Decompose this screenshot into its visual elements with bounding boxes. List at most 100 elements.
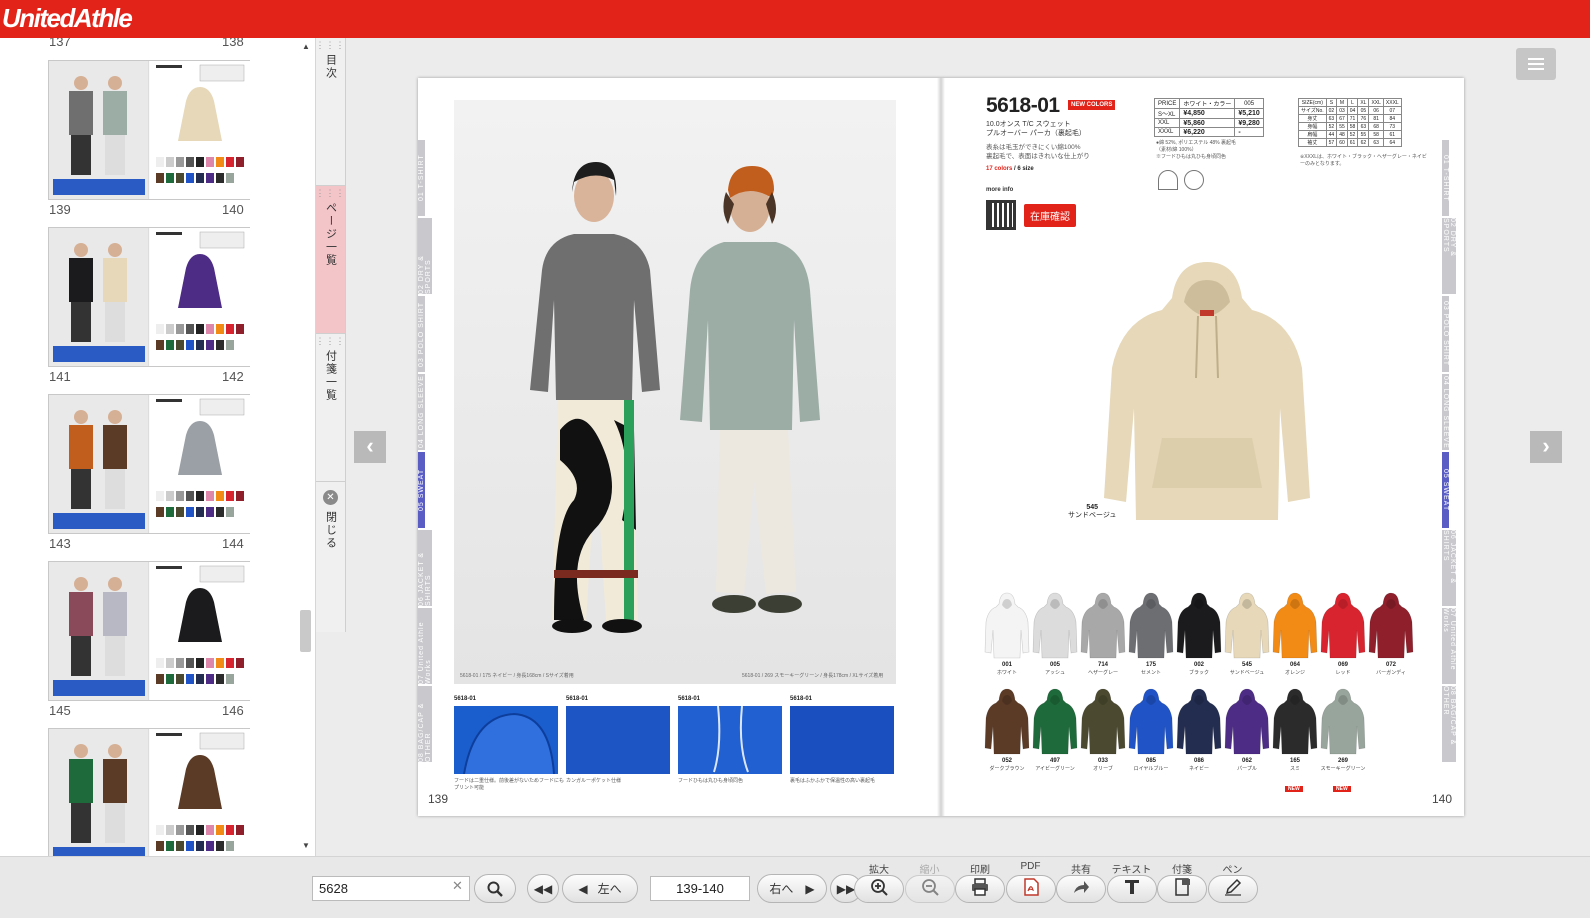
thumbnail-spread[interactable] [48, 728, 250, 856]
color-swatch-545[interactable] [1224, 592, 1270, 660]
color-swatch-002[interactable] [1176, 592, 1222, 660]
product-description: 表糸は毛玉ができにくい綿100% 裏起毛で、表面はきれいな仕上がり [986, 143, 1090, 161]
scroll-up-icon[interactable]: ▲ [302, 42, 310, 51]
search-button[interactable] [474, 874, 516, 903]
scroll-down-icon[interactable]: ▼ [302, 841, 310, 850]
size-cell: 76 [1357, 114, 1370, 123]
thumbnail-scrollbar[interactable]: ▲ ▼ [298, 38, 314, 856]
detail-code: 5618-01 [678, 696, 701, 702]
index-tab[interactable]: 08 BAG/CAP & OTHER [1442, 686, 1456, 762]
product-name-line2: プルオーバー パーカ（裏起毛） [986, 130, 1086, 137]
index-tab[interactable]: 07 United Athle Works [1442, 608, 1456, 684]
thumbnail-spread[interactable] [48, 227, 250, 367]
pdf-button[interactable] [1005, 875, 1056, 903]
print-button[interactable] [955, 875, 1005, 903]
size-cell: 67 [1336, 114, 1348, 123]
tab-page-list[interactable]: ⋮⋮⋮ ページ一覧 [316, 186, 345, 334]
color-swatch-001[interactable] [984, 592, 1030, 660]
next-page-button[interactable]: 右へ ▶ [757, 874, 827, 903]
size-cell: 61 [1346, 138, 1359, 147]
color-swatch-005[interactable] [1032, 592, 1078, 660]
tool-label-sticky: 付箋 [1172, 865, 1192, 876]
clear-search-icon[interactable]: ✕ [452, 878, 463, 894]
thumbnail-page-right[interactable] [150, 228, 250, 366]
thumbnail-spread[interactable] [48, 561, 250, 701]
detail-photo [678, 706, 782, 774]
menu-button[interactable] [1516, 48, 1556, 80]
color-swatch-086[interactable] [1176, 688, 1222, 756]
color-swatch-085[interactable] [1128, 688, 1174, 756]
thumbnail-page-left[interactable] [49, 729, 149, 856]
index-tab[interactable]: 02 DRY & SPORTS [1442, 218, 1456, 294]
color-swatch-072[interactable] [1368, 592, 1414, 660]
main-color-code: 545 [1086, 504, 1099, 511]
color-swatch-497[interactable] [1032, 688, 1078, 756]
color-swatch-064[interactable] [1272, 592, 1318, 660]
index-tab[interactable]: 08 BAG/CAP & OTHER [418, 686, 432, 762]
thumbnail-page-right[interactable] [150, 61, 250, 199]
index-tab[interactable]: 06 JACKET & SHIRTS [1442, 530, 1456, 606]
color-swatch-069[interactable] [1320, 592, 1366, 660]
thumbnail-page-left[interactable] [49, 228, 149, 366]
color-swatch-269[interactable] [1320, 688, 1366, 756]
thumbnail-spread[interactable] [48, 60, 250, 200]
thumbnail-spread[interactable] [48, 394, 250, 534]
thumbnail-page-right[interactable] [150, 729, 250, 856]
scrollbar-thumb[interactable] [300, 610, 311, 652]
search-input[interactable] [312, 876, 470, 901]
index-tab[interactable]: 06 JACKET & SHIRTS [418, 530, 432, 606]
price-cell: ¥5,860 [1179, 118, 1236, 128]
index-tab[interactable]: 05 SWEAT [418, 452, 425, 528]
page-spread: 01 T-SHIRT 02 DRY & SPORTS 03 POLO SHIRT 04… [418, 78, 1464, 816]
index-tab[interactable]: 07 United Athle Works [418, 608, 432, 684]
text-button[interactable] [1106, 875, 1157, 903]
detail-caption: フードひもは丸ひも身頃同色 [678, 778, 744, 784]
zoom-in-button[interactable] [854, 875, 904, 903]
thumbnail-page-right[interactable] [150, 395, 250, 533]
tab-toc[interactable]: ⋮⋮⋮ 目次 [316, 38, 345, 186]
color-swatch-165[interactable] [1272, 688, 1318, 756]
brand-logo[interactable]: UnitedAthle [2, 3, 133, 34]
thumbnail-page-right[interactable] [150, 562, 250, 700]
pen-button[interactable] [1207, 875, 1258, 903]
zoom-out-button[interactable] [904, 875, 955, 903]
index-tab[interactable]: 04 LONG SLEEVE [418, 374, 425, 450]
index-tab[interactable]: 01 T-SHIRT [418, 140, 425, 216]
thumbnail-page-left[interactable] [49, 61, 149, 199]
bottom-toolbar: ✕ ◀◀ ◀ 左へ 139-140 右へ ▶ ▶▶ 拡大 縮小 印刷 PDF 共有 テキスト 付… [0, 856, 1590, 918]
color-swatch-062[interactable] [1224, 688, 1270, 756]
size-cell: 62 [1357, 138, 1370, 147]
first-page-button[interactable]: ◀◀ [527, 874, 559, 903]
hood-icon [1158, 170, 1178, 190]
detail-photo [454, 706, 558, 774]
qr-code[interactable] [986, 200, 1016, 230]
index-tab[interactable]: 03 POLO SHIRT [418, 296, 425, 372]
sticky-button[interactable] [1157, 875, 1207, 903]
color-swatch-052[interactable] [984, 688, 1030, 756]
stock-check-button[interactable]: 在庫確認 [1024, 204, 1076, 227]
product-description-line2: 裏起毛で、表面はきれいな仕上がり [986, 153, 1090, 160]
index-tab[interactable]: 04 LONG SLEEVE [1442, 374, 1449, 450]
index-tab[interactable]: 05 SWEAT [1442, 452, 1449, 528]
tab-toc-label: 目次 [324, 54, 337, 80]
prev-page-arrow[interactable]: ‹ [354, 431, 386, 463]
page-number-field[interactable]: 139-140 [650, 876, 750, 901]
next-page-arrow[interactable]: › [1530, 431, 1562, 463]
thumbnail-page-left[interactable] [49, 395, 149, 533]
index-tab[interactable]: 01 T-SHIRT [1442, 140, 1449, 216]
size-cell: 71 [1346, 114, 1359, 123]
prev-page-button[interactable]: ◀ 左へ [562, 874, 638, 903]
size-cell: 58 [1368, 130, 1384, 139]
index-tab[interactable]: 03 POLO SHIRT [1442, 296, 1449, 372]
color-swatch-175[interactable] [1128, 592, 1174, 660]
color-swatch-033[interactable] [1080, 688, 1126, 756]
close-icon[interactable]: ✕ [323, 490, 338, 505]
tab-close[interactable]: ✕ 閉じる [316, 482, 345, 632]
color-swatch-714[interactable] [1080, 592, 1126, 660]
spread-gutter [937, 78, 945, 816]
size-cell: 44 [1325, 130, 1338, 139]
thumbnail-page-left[interactable] [49, 562, 149, 700]
tab-sticky-list[interactable]: ⋮⋮⋮ 付箋一覧 [316, 334, 345, 482]
share-button[interactable] [1056, 875, 1106, 903]
index-tab[interactable]: 02 DRY & SPORTS [418, 218, 432, 294]
